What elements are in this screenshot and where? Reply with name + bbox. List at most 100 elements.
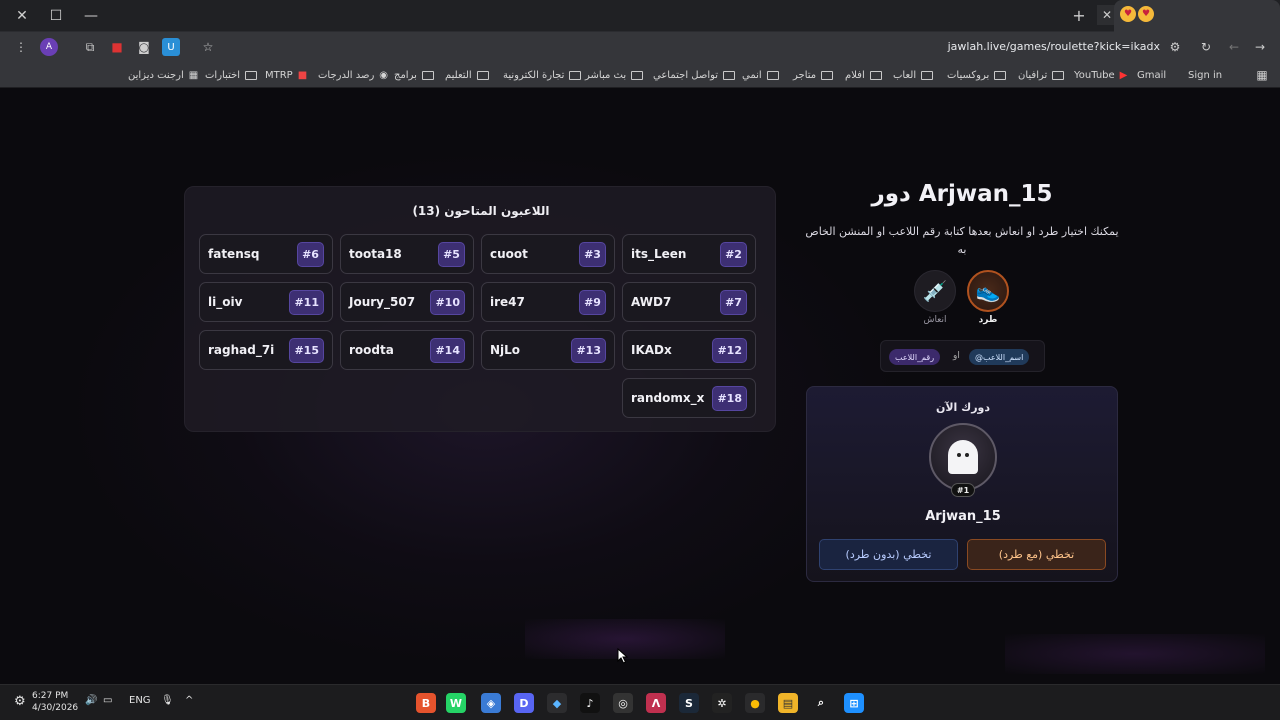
taskbar: ⚙ 6:27 PM 4/30/2026 🔊 ▭ ENG 🎙 ^ B W ◈ D … xyxy=(0,684,1280,720)
site-settings-icon[interactable]: ⚙ xyxy=(1166,38,1184,56)
minimize-window-icon[interactable]: — xyxy=(80,6,102,26)
apps-grid-icon[interactable]: ▦ xyxy=(1253,66,1271,84)
bookmark-mtrp[interactable]: MTRP ■ xyxy=(265,68,307,82)
player-number: #2 xyxy=(720,242,747,267)
player-card[interactable]: NjLo #13 xyxy=(481,330,615,370)
windows-start-icon[interactable]: ⊞ xyxy=(844,693,864,713)
bookmark-folder[interactable]: بروكسيات xyxy=(947,68,1007,82)
player-name: roodta xyxy=(349,343,394,357)
menu-dots-icon[interactable]: ⋮ xyxy=(12,38,30,56)
active-tab[interactable]: ♥ ♥ xyxy=(1114,0,1280,32)
extension-mask-icon[interactable]: ◙ xyxy=(135,38,153,56)
site-icon: ▦ xyxy=(188,69,199,81)
player-name: cuoot xyxy=(490,247,528,261)
bookmark-folder[interactable]: ترافيان xyxy=(1018,68,1065,82)
whatsapp-icon[interactable]: W xyxy=(446,693,466,713)
player-card[interactable]: roodta #14 xyxy=(340,330,474,370)
player-name: AWD7 xyxy=(631,295,672,309)
volume-icon[interactable]: 🔊 xyxy=(85,695,97,706)
weather-icon[interactable]: ⚙ xyxy=(14,694,26,709)
bookmark-folder[interactable]: تواصل اجتماعي xyxy=(653,68,736,82)
players-title: اللاعبون المتاحون (13) xyxy=(412,204,550,218)
turn-instructions: يمكنك اختيار طرد او انعاش بعدها كتابة رق… xyxy=(805,225,1119,256)
player-card[interactable]: ire47 #9 xyxy=(481,282,615,322)
clock[interactable]: 6:27 PM 4/30/2026 xyxy=(32,690,78,714)
player-card[interactable]: randomx_x #18 xyxy=(622,378,756,418)
shoe-icon: 👟 xyxy=(975,279,1001,303)
extensions-icon[interactable]: ⧉ xyxy=(81,38,99,56)
player-card[interactable]: AWD7 #7 xyxy=(622,282,756,322)
player-name: Joury_507 xyxy=(349,295,416,309)
player-name: raghad_7i xyxy=(208,343,275,357)
bookmark-gmail[interactable]: Gmail xyxy=(1137,68,1166,82)
folder-icon xyxy=(476,70,489,80)
player-number: #12 xyxy=(712,338,747,363)
available-players-panel: اللاعبون المتاحون (13) fatensq #6 toota1… xyxy=(184,186,776,432)
revive-action-button[interactable]: 💉 xyxy=(914,270,956,312)
player-number: #9 xyxy=(579,290,606,315)
bookmark-folder[interactable]: برامج xyxy=(394,68,434,82)
app-icon[interactable]: ◆ xyxy=(547,693,567,713)
brave-icon[interactable]: B xyxy=(416,693,436,713)
extension-u-icon[interactable]: U xyxy=(162,38,180,56)
app-icon[interactable]: ◈ xyxy=(481,693,501,713)
bookmark-folder[interactable]: التعليم xyxy=(445,68,489,82)
skip-without-kick-button[interactable]: تخطي (بدون طرد) xyxy=(819,539,958,570)
extension-red-icon[interactable]: ■ xyxy=(108,38,126,56)
close-window-icon[interactable]: ✕ xyxy=(11,6,33,26)
bookmark-folder[interactable]: متاجر xyxy=(793,68,834,82)
player-card[interactable]: raghad_7i #15 xyxy=(199,330,333,370)
mention-chip: @اسم_اللاعب xyxy=(969,349,1030,365)
bookmark-folder[interactable]: تجارة الكترونية xyxy=(503,68,582,82)
player-card[interactable]: cuoot #3 xyxy=(481,234,615,274)
file-explorer-icon[interactable]: ▤ xyxy=(778,693,798,713)
bookmark-folder[interactable]: افلام xyxy=(845,68,882,82)
player-card[interactable]: its_Leen #2 xyxy=(622,234,756,274)
display-icon[interactable]: ▭ xyxy=(103,695,112,706)
bookmark-sign-in[interactable]: Sign in xyxy=(1188,68,1222,82)
microphone-icon[interactable]: 🎙 xyxy=(161,695,174,706)
bookmark-star-icon[interactable]: ☆ xyxy=(199,38,217,56)
discord-icon[interactable]: D xyxy=(514,693,534,713)
app-icon[interactable]: ✲ xyxy=(712,693,732,713)
player-card[interactable]: IKADx #12 xyxy=(622,330,756,370)
restore-window-icon[interactable]: ☐ xyxy=(45,6,67,26)
syringe-icon: 💉 xyxy=(922,279,948,303)
back-icon[interactable]: → xyxy=(1251,38,1269,56)
forward-icon[interactable]: ← xyxy=(1225,38,1243,56)
kick-action-button[interactable]: 👟 xyxy=(967,270,1009,312)
chrome-icon[interactable]: ● xyxy=(745,693,765,713)
show-hidden-icons[interactable]: ^ xyxy=(185,695,193,706)
profile-avatar[interactable]: A xyxy=(40,38,58,56)
folder-icon xyxy=(569,70,582,80)
clock-date: 4/30/2026 xyxy=(32,703,79,713)
folder-icon xyxy=(421,70,434,80)
browser-toolbar: ⋮ A ⧉ ■ ◙ U ☆ jawlah.live/games/roulette… xyxy=(0,32,1280,62)
player-number: #15 xyxy=(289,338,324,363)
number-chip: رقم_اللاعب xyxy=(889,349,941,365)
app-icon[interactable]: ◎ xyxy=(613,693,633,713)
bookmark-grades[interactable]: رصد الدرجات ◉ xyxy=(318,68,388,82)
bookmark-folder[interactable]: انمي xyxy=(742,68,779,82)
bookmark-folder[interactable]: بث مباشر xyxy=(585,68,644,82)
player-avatar xyxy=(929,423,997,491)
bookmark-youtube[interactable]: YouTube ▶ xyxy=(1074,68,1127,82)
steam-icon[interactable]: S xyxy=(679,693,699,713)
bookmark-urgent-design[interactable]: ارجنت ديزاين ▦ xyxy=(128,68,198,82)
player-card[interactable]: Joury_507 #10 xyxy=(340,282,474,322)
bookmark-folder[interactable]: اختبارات xyxy=(205,68,258,82)
search-icon[interactable]: ⌕ xyxy=(811,693,831,713)
reload-icon[interactable]: ↻ xyxy=(1197,38,1215,56)
address-bar[interactable]: jawlah.live/games/roulette?kick=ikadx xyxy=(940,40,1160,53)
tiktok-icon[interactable]: ♪ xyxy=(580,693,600,713)
skip-with-kick-button[interactable]: تخطي (مع طرد) xyxy=(967,539,1106,570)
bookmark-folder[interactable]: العاب xyxy=(893,68,934,82)
player-card[interactable]: toota18 #5 xyxy=(340,234,474,274)
window-titlebar: ✕ ☐ — + ✕ ♥ ♥ xyxy=(0,0,1280,32)
app-icon[interactable]: Λ xyxy=(646,693,666,713)
bookmarks-bar: Sign in Gmail YouTube ▶ ترافيان بروكسيات … xyxy=(0,62,1280,88)
player-card[interactable]: li_oiv #11 xyxy=(199,282,333,322)
language-indicator[interactable]: ENG xyxy=(129,695,151,706)
player-card[interactable]: fatensq #6 xyxy=(199,234,333,274)
new-tab-button[interactable]: + xyxy=(1069,5,1089,25)
